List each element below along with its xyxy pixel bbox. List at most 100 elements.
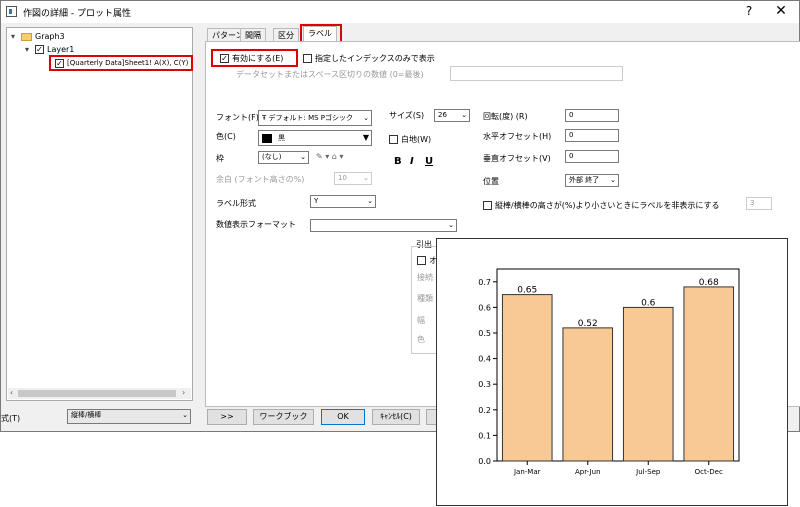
leader-type-label: 種類 <box>417 294 433 303</box>
pen-icon: ✎ ▾ ⌂ ▾ <box>316 152 344 161</box>
chevron-down-icon: ⌄ <box>300 153 306 161</box>
chevron-down-icon: ⌄ <box>610 176 616 184</box>
tree-scrollbar[interactable]: ‹ › <box>8 388 191 399</box>
ok-button[interactable]: OK <box>321 409 365 425</box>
size-select[interactable]: 26 ⌄ <box>434 109 470 122</box>
chevron-down-icon[interactable]: ▾ <box>25 44 35 56</box>
cancel-button[interactable]: ｷｬﾝｾﾙ(C) <box>372 409 420 425</box>
x-tick-label: Apr-Jun <box>575 468 601 476</box>
color-value: 黒 <box>278 134 285 142</box>
chevron-down-icon: ⌄ <box>182 411 188 419</box>
frame-select[interactable]: (なし) ⌄ <box>258 151 309 164</box>
workbook-button[interactable]: ワークブック <box>253 409 314 425</box>
font-select[interactable]: Ŧ デフォルト: MS Pゴシック ⌄ <box>258 110 372 126</box>
frame-value: (なし) <box>262 153 282 161</box>
white-bg-checkbox[interactable] <box>389 135 398 144</box>
label-form-label: ラベル形式 <box>216 199 256 208</box>
v-offset-label: 垂直オフセット(V) <box>483 154 551 163</box>
format-value: 縦棒/横棒 <box>71 411 102 419</box>
label-form-select[interactable]: Y ⌄ <box>310 195 376 208</box>
x-tick-label: Jul-Sep <box>635 468 661 476</box>
y-tick-label: 0.5 <box>478 329 491 338</box>
chevron-down-icon: ⌄ <box>461 111 467 119</box>
leader-option[interactable]: オ <box>417 255 437 266</box>
y-tick-label: 0.7 <box>478 278 491 287</box>
data-label: 0.6 <box>641 298 656 308</box>
bar <box>683 286 735 462</box>
tab-spacing[interactable]: 間隔 <box>240 28 266 42</box>
h-offset-label: 水平オフセット(H) <box>483 132 552 141</box>
underline-button[interactable]: U <box>425 156 433 167</box>
color-label: 色(C) <box>216 132 236 141</box>
leader-width-label: 幅 <box>417 316 425 325</box>
data-label: 0.65 <box>517 286 537 296</box>
dataset-hint: データセットまたはスペース区切りの数値 (0=最後) <box>236 70 424 79</box>
rotation-label: 回転(度) (R) <box>483 112 528 121</box>
indexes-only-label: 指定したインデックスのみで表示 <box>315 54 435 63</box>
position-label: 位置 <box>483 177 499 186</box>
margin-label: 余白 (フォント高さの%) <box>216 175 305 184</box>
leader-connect-label: 接続 <box>417 273 433 282</box>
v-offset-input[interactable]: 0 <box>565 150 619 163</box>
help-button[interactable]: ? <box>741 4 757 18</box>
y-tick-label: 0.4 <box>478 355 491 364</box>
hide-small-label: 縦棒/横棒の高さが(%)より小さいときにラベルを非表示にする <box>495 201 720 210</box>
close-button[interactable]: ✕ <box>773 3 789 19</box>
margin-value: 10 <box>338 174 347 182</box>
numeric-format-label: 数値表示フォーマット <box>216 220 296 229</box>
italic-button[interactable]: I <box>410 156 414 167</box>
format-label: 式(T) <box>1 414 21 423</box>
leader-checkbox[interactable] <box>417 256 426 265</box>
color-swatch <box>262 133 272 143</box>
expand-button[interactable]: >> <box>207 409 247 425</box>
indexes-only-checkbox[interactable] <box>303 54 312 63</box>
chevron-down-icon[interactable]: ▾ <box>11 31 21 43</box>
frame-label: 枠 <box>216 154 224 163</box>
bold-button[interactable]: B <box>394 156 402 167</box>
size-value: 26 <box>438 111 447 119</box>
color-select[interactable]: 黒 ▼ <box>258 130 372 146</box>
scroll-thumb[interactable] <box>18 390 176 397</box>
font-label: フォント(F) <box>216 113 259 122</box>
bar <box>562 327 614 462</box>
rotation-input[interactable]: 0 <box>565 109 619 122</box>
white-bg-option[interactable]: 白地(W) <box>389 134 431 145</box>
hide-small-checkbox[interactable] <box>483 201 492 210</box>
highlight-enable <box>211 49 298 67</box>
scroll-left-icon[interactable]: ‹ <box>10 388 13 397</box>
bar-chart: 0.0 0.1 0.2 0.3 0.4 0.5 0.6 0.7 Jan-Mar 0.65 Apr-J… <box>478 268 740 476</box>
hide-small-option[interactable]: 縦棒/横棒の高さが(%)より小さいときにラベルを非表示にする <box>483 200 719 211</box>
position-select[interactable]: 外部 終了 ⌄ <box>565 174 619 187</box>
scroll-right-icon[interactable]: › <box>182 388 185 397</box>
folder-icon <box>21 32 32 41</box>
bar <box>622 306 674 462</box>
label-form-value: Y <box>314 197 319 205</box>
white-bg-label: 白地(W) <box>401 135 432 144</box>
h-offset-input[interactable]: 0 <box>565 129 619 142</box>
numeric-format-select[interactable]: ⌄ <box>310 219 457 232</box>
y-tick-label: 0.3 <box>478 380 491 389</box>
plot-tree: ▾ Graph3 ▾ ✓ Layer1 ✓ [Quarterly Data]Sheet1… <box>6 27 193 401</box>
x-tick-label: Oct-Dec <box>695 468 723 476</box>
app-icon <box>6 6 17 17</box>
hide-small-input[interactable]: 3 <box>746 197 772 210</box>
y-tick-label: 0.2 <box>478 406 491 415</box>
size-label: サイズ(S) <box>389 111 425 120</box>
tab-division[interactable]: 区分 <box>273 28 299 42</box>
chart-preview: 0.0 0.1 0.2 0.3 0.4 0.5 0.6 0.7 Jan-Mar 0.65 Apr-J… <box>436 238 788 506</box>
tree-layer-label: Layer1 <box>47 45 75 54</box>
margin-select[interactable]: 10 ⌄ <box>334 172 372 185</box>
layer-checkbox[interactable]: ✓ <box>35 45 44 54</box>
bar <box>501 294 553 462</box>
frame-pen-tools[interactable]: ✎ ▾ ⌂ ▾ <box>316 152 343 161</box>
dataset-input[interactable] <box>450 66 623 81</box>
font-value: デフォルト: MS Pゴシック <box>268 114 354 122</box>
indexes-only-option[interactable]: 指定したインデックスのみで表示 <box>303 53 435 64</box>
data-label: 0.52 <box>578 319 598 329</box>
tree-graph-label: Graph3 <box>35 32 65 41</box>
format-select[interactable]: 縦棒/横棒 ⌄ <box>67 409 191 424</box>
window-title: 作図の詳細 - プロット属性 <box>23 9 131 19</box>
y-tick-label: 0.0 <box>478 457 491 466</box>
chevron-down-icon: ⌄ <box>363 114 369 122</box>
tree-item-graph[interactable]: ▾ Graph3 <box>11 31 65 43</box>
